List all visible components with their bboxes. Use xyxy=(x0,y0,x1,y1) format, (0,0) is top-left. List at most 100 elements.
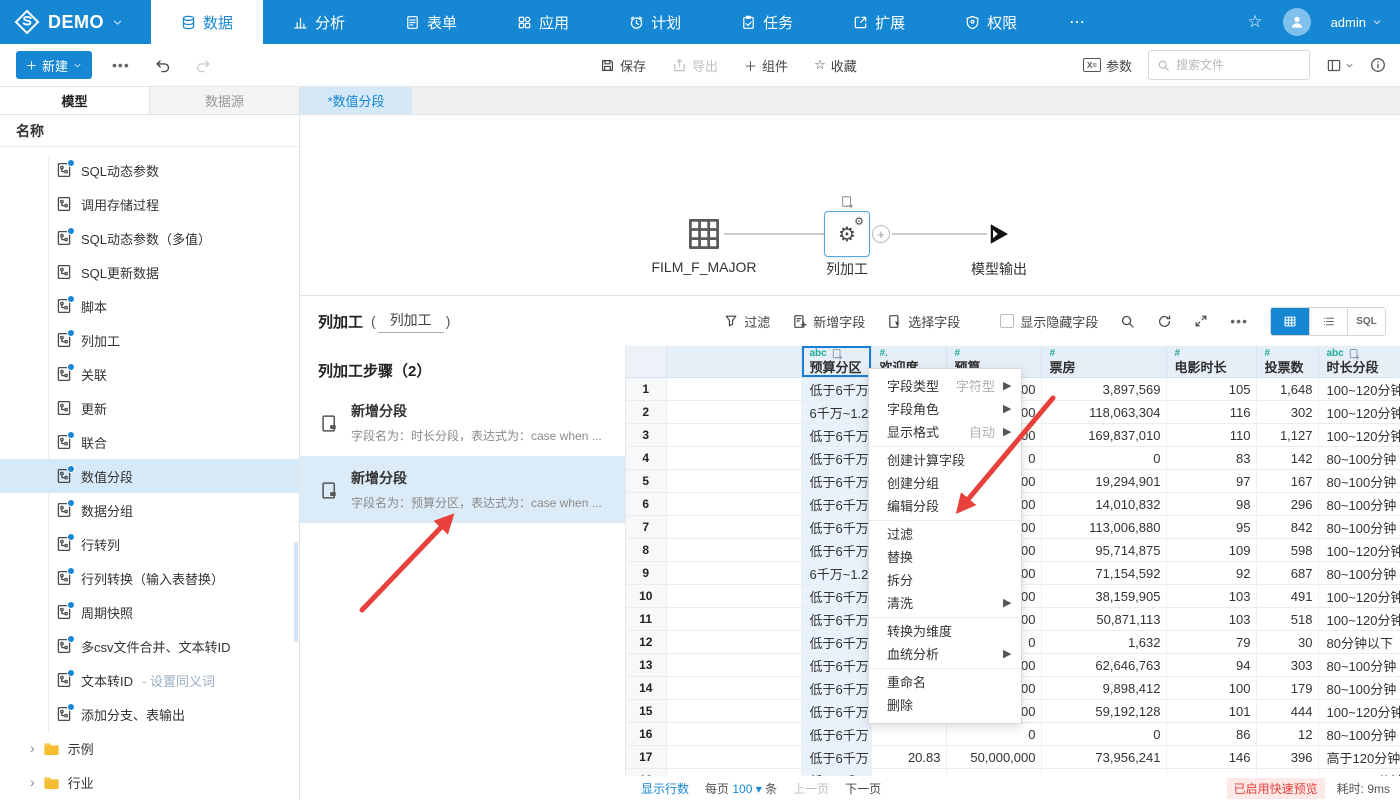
filter-button[interactable]: 过滤 xyxy=(724,312,770,331)
menu-item-字段角色[interactable]: 字段角色▶ xyxy=(869,398,1021,421)
column-header-blank[interactable] xyxy=(666,346,801,378)
column-header-预算分区[interactable]: abc预算分区 xyxy=(801,346,871,378)
favorite-star-icon[interactable]: ☆ xyxy=(1247,12,1262,32)
sidebar-scrollbar[interactable] xyxy=(294,542,298,642)
table-row[interactable]: 18低于6千万20.0000115425100~120分钟 xyxy=(626,769,1400,777)
info-icon[interactable] xyxy=(1370,57,1386,73)
view-sql-button[interactable]: SQL xyxy=(1347,308,1385,335)
select-field-button[interactable]: 选择字段 xyxy=(887,312,960,331)
sidebar-item-8[interactable]: 更新 xyxy=(0,391,299,425)
nav-icon xyxy=(965,15,980,30)
view-grid-button[interactable] xyxy=(1271,308,1309,335)
next-page-button[interactable]: 下一页 xyxy=(845,780,881,797)
menu-item-清洗[interactable]: 清洗▶ xyxy=(869,592,1021,615)
menu-item-创建分组[interactable]: 创建分组▶ xyxy=(869,472,1021,495)
checkbox-icon[interactable] xyxy=(1000,314,1014,328)
nav-item-2[interactable]: 分析 xyxy=(263,0,375,44)
nav-more-button[interactable]: ⋯ xyxy=(1047,0,1109,44)
menu-item-创建计算字段[interactable]: 创建计算字段▶ xyxy=(869,449,1021,472)
export-button[interactable]: 导出 xyxy=(672,56,718,75)
table-row[interactable]: 16低于6千万00861280~100分钟 xyxy=(626,723,1400,746)
column-header-时长分段[interactable]: abc时长分段 xyxy=(1318,346,1400,378)
sidebar-item-12[interactable]: 行转列 xyxy=(0,527,299,561)
tab-model[interactable]: 模型 xyxy=(0,87,149,114)
component-button[interactable]: ＋ 组件 xyxy=(744,56,788,75)
process-step-2[interactable]: 新增分段字段名为：预算分区，表达式为：case when ... xyxy=(300,456,625,523)
cell-hidden xyxy=(666,746,801,769)
nav-item-4[interactable]: 应用 xyxy=(487,0,599,44)
params-button[interactable]: X= 参数 xyxy=(1083,56,1132,75)
expand-icon[interactable] xyxy=(1194,314,1208,328)
column-header-投票数[interactable]: #投票数 xyxy=(1256,346,1318,378)
prev-page-button[interactable]: 上一页 xyxy=(793,780,829,797)
nav-item-3[interactable]: 表单 xyxy=(375,0,487,44)
nav-item-1[interactable]: 数据 xyxy=(151,0,263,44)
user-menu[interactable]: admin xyxy=(1331,15,1382,30)
sidebar-folder-2[interactable]: ›行业 xyxy=(0,765,299,799)
layout-toggle-button[interactable] xyxy=(1326,58,1354,73)
sidebar-item-3[interactable]: SQL动态参数（多值） xyxy=(0,221,299,255)
menu-item-过滤[interactable]: 过滤▶ xyxy=(869,523,1021,546)
undo-icon[interactable] xyxy=(154,57,171,74)
sidebar-item-17[interactable]: 添加分支、表输出 xyxy=(0,697,299,731)
cell-hidden xyxy=(666,608,801,631)
brand[interactable]: DEMO xyxy=(0,0,141,44)
sidebar-item-1[interactable]: SQL动态参数 xyxy=(0,153,299,187)
nav-item-6[interactable]: 任务 xyxy=(711,0,823,44)
nav-item-7[interactable]: 扩展 xyxy=(823,0,935,44)
output-node-icon[interactable] xyxy=(987,222,1011,246)
favorite-button[interactable]: ☆ 收藏 xyxy=(814,56,857,75)
panel-node-name[interactable]: 列加工 xyxy=(378,310,444,333)
tab-datasource[interactable]: 数据源 xyxy=(149,87,299,114)
menu-item-重命名[interactable]: 重命名▶ xyxy=(869,671,1021,694)
toolbar-more-button[interactable]: ••• xyxy=(112,57,130,73)
sidebar-item-14[interactable]: 周期快照 xyxy=(0,595,299,629)
tab-numeric-segment[interactable]: *数值分段 xyxy=(300,87,412,114)
sidebar-item-7[interactable]: 关联 xyxy=(0,357,299,391)
menu-item-替换[interactable]: 替换▶ xyxy=(869,546,1021,569)
menu-item-编辑分段[interactable]: 编辑分段▶ xyxy=(869,495,1021,518)
nav-item-8[interactable]: 权限 xyxy=(935,0,1047,44)
column-header-blank[interactable] xyxy=(626,346,666,378)
sidebar-item-2[interactable]: 调用存储过程 xyxy=(0,187,299,221)
table-node-icon[interactable] xyxy=(687,217,721,251)
sidebar-item-9[interactable]: 联合 xyxy=(0,425,299,459)
show-hidden-toggle[interactable]: 显示隐藏字段 xyxy=(1000,312,1098,331)
show-rows-link[interactable]: 显示行数 xyxy=(641,780,689,797)
sidebar-item-4[interactable]: SQL更新数据 xyxy=(0,255,299,289)
per-page-select[interactable]: 100 ▾ xyxy=(732,782,761,796)
menu-item-转换为维度[interactable]: 转换为维度▶ xyxy=(869,620,1021,643)
sidebar-folder-1[interactable]: ›示例 xyxy=(0,731,299,765)
table-row[interactable]: 17低于6千万20.8350,000,00073,956,241146396高于… xyxy=(626,746,1400,769)
panel-more-button[interactable]: ••• xyxy=(1230,313,1248,329)
sidebar-item-5[interactable]: 脚本 xyxy=(0,289,299,323)
menu-item-删除[interactable]: 删除▶ xyxy=(869,694,1021,717)
sidebar-item-13[interactable]: 行列转换（输入表替换） xyxy=(0,561,299,595)
add-node-button[interactable]: + xyxy=(872,225,890,243)
sidebar-item-6[interactable]: 列加工 xyxy=(0,323,299,357)
view-list-button[interactable] xyxy=(1309,308,1347,335)
column-header-电影时长[interactable]: #电影时长 xyxy=(1166,346,1256,378)
process-node[interactable]: ⚙ ⚙ xyxy=(824,211,870,257)
redo-icon[interactable] xyxy=(195,57,212,74)
top-navbar: DEMO 数据分析表单应用计划任务扩展权限 ⋯ ☆ admin xyxy=(0,0,1400,44)
new-button[interactable]: 新建 xyxy=(16,51,92,79)
sidebar-item-16[interactable]: 文本转ID- 设置同义词 xyxy=(0,663,299,697)
refresh-icon[interactable] xyxy=(1157,314,1172,329)
avatar[interactable] xyxy=(1283,8,1311,36)
add-field-button[interactable]: 新增字段 xyxy=(792,312,865,331)
file-search[interactable] xyxy=(1148,50,1310,80)
nav-item-5[interactable]: 计划 xyxy=(599,0,711,44)
search-icon[interactable] xyxy=(1120,314,1135,329)
process-step-1[interactable]: 新增分段字段名为：时长分段，表达式为：case when ... xyxy=(300,389,625,456)
save-button[interactable]: 保存 xyxy=(600,56,646,75)
menu-item-拆分[interactable]: 拆分▶ xyxy=(869,569,1021,592)
sidebar-item-15[interactable]: 多csv文件合并、文本转ID xyxy=(0,629,299,663)
menu-item-血统分析[interactable]: 血统分析▶ xyxy=(869,643,1021,666)
column-header-票房[interactable]: #票房 xyxy=(1041,346,1166,378)
sidebar-item-11[interactable]: 数据分组 xyxy=(0,493,299,527)
menu-item-显示格式[interactable]: 显示格式自动▶ xyxy=(869,421,1021,444)
sidebar-item-10[interactable]: 数值分段 xyxy=(0,459,299,493)
search-input[interactable] xyxy=(1176,58,1286,72)
menu-item-字段类型[interactable]: 字段类型字符型▶ xyxy=(869,375,1021,398)
